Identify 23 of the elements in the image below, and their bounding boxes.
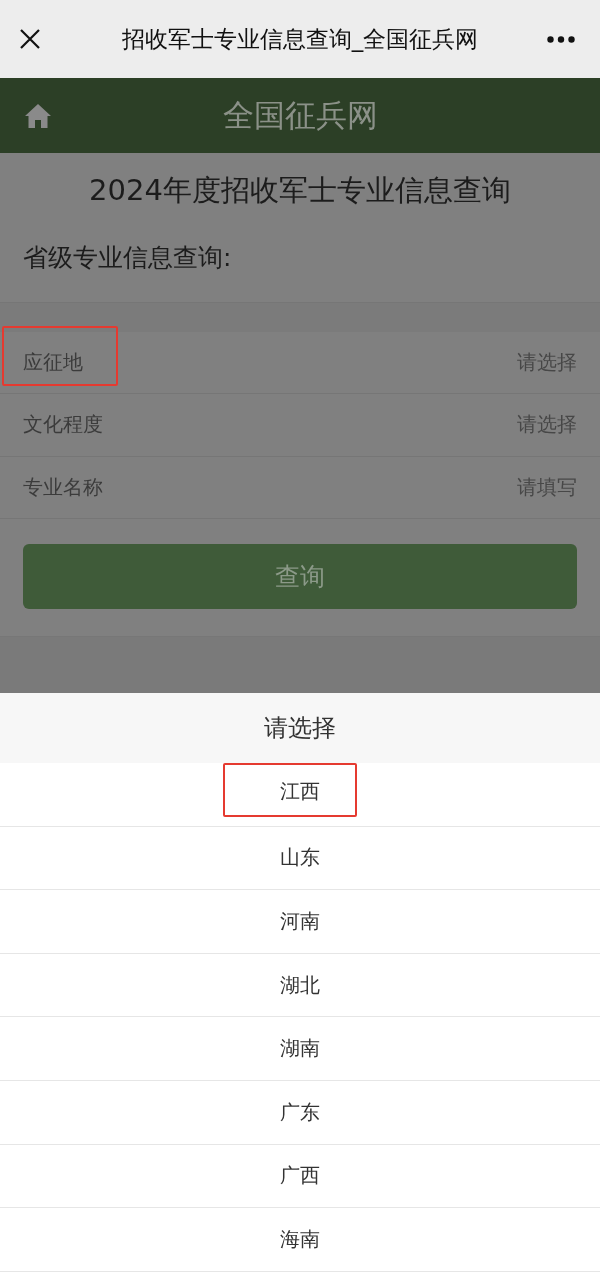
field-label: 文化程度 — [23, 411, 103, 439]
page-title: 招收军士专业信息查询_全国征兵网 — [120, 24, 480, 54]
picker-option[interactable]: 江西 — [0, 763, 600, 827]
page-heading: 2024年度招收军士专业信息查询 — [88, 172, 512, 209]
close-icon — [20, 29, 40, 49]
picker-option[interactable]: 河南 — [0, 890, 600, 954]
section-title: 省级专业信息查询: — [23, 242, 233, 274]
site-title: 全国征兵网 — [221, 95, 379, 135]
picker-option[interactable]: 湖北 — [0, 953, 600, 1018]
input-field[interactable]: 请填写 — [427, 475, 577, 500]
field-label: 专业名称 — [23, 473, 103, 501]
picker-option[interactable]: 山东 — [0, 826, 600, 891]
picker-option[interactable]: 海南 — [0, 1208, 600, 1272]
close-button[interactable] — [20, 29, 40, 49]
home-link[interactable] — [25, 103, 51, 128]
field-label: 应征地 — [23, 349, 83, 377]
home-icon — [25, 103, 51, 128]
more-button[interactable] — [547, 35, 575, 43]
picker-option[interactable]: 湖南 — [0, 1017, 600, 1081]
picker-title: 请选择 — [264, 713, 336, 744]
picker-option[interactable]: 广东 — [0, 1080, 600, 1145]
picker-option[interactable]: 广西 — [0, 1144, 600, 1209]
more-icon — [547, 35, 575, 43]
